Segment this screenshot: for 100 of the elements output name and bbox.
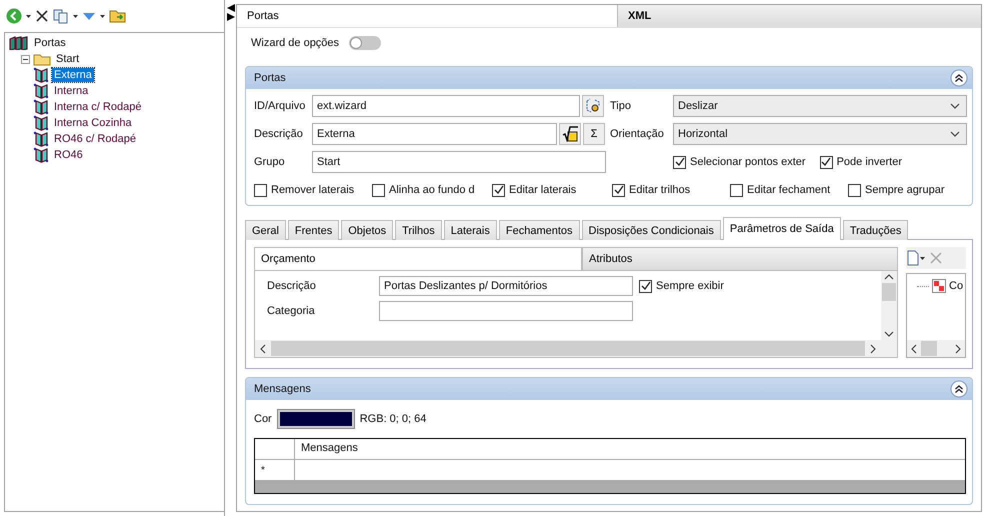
field-label: Cor [254, 413, 272, 425]
tree-item[interactable]: Start [54, 52, 82, 66]
tree-item[interactable]: RO46 c/ Rodapé [52, 132, 138, 146]
field-label: Descrição [254, 128, 304, 140]
field-label: ID/Arquivo [254, 100, 306, 112]
folder-arrow-icon[interactable] [109, 8, 127, 24]
component-icon [932, 279, 946, 293]
group-title: Mensagens [254, 383, 311, 395]
door-icon [33, 131, 49, 147]
doors-icon [9, 36, 29, 50]
copy-icon[interactable] [53, 8, 69, 24]
checkbox-label: Remover laterais [271, 184, 354, 196]
check-icon [640, 281, 650, 291]
check-icon [614, 185, 624, 195]
field-label: Categoria [267, 305, 316, 317]
tab[interactable]: Objetos [341, 220, 394, 240]
vertical-scrollbar[interactable] [881, 271, 897, 340]
checkbox[interactable]: Editar laterais [492, 184, 612, 196]
field-label: Grupo [254, 156, 286, 168]
collapse-icon[interactable] [950, 69, 968, 87]
delete-icon[interactable] [35, 9, 49, 23]
door-icon [33, 99, 49, 115]
input-field[interactable]: ext.wizard [312, 95, 580, 117]
checkbox[interactable]: Selecionar pontos exter [673, 156, 806, 168]
caret-icon[interactable] [26, 14, 31, 18]
dropdown-icon [950, 103, 960, 109]
tab[interactable]: Parâmetros de Saída [722, 217, 841, 240]
scroll-thumb[interactable] [921, 341, 937, 356]
checkbox[interactable]: Remover laterais [254, 184, 372, 196]
checkbox-label: Sempre exibir [656, 280, 724, 292]
tree-item[interactable]: Interna [52, 84, 90, 98]
collapse-left-icon[interactable] [226, 4, 234, 12]
toggle-switch[interactable] [349, 36, 382, 50]
door-icon [33, 67, 49, 83]
door-icon [33, 115, 49, 131]
wizard-label: Wizard de opções [251, 37, 340, 49]
collapse-icon[interactable] [950, 380, 968, 398]
checkbox-label: Editar laterais [509, 184, 576, 196]
tree-item[interactable]: Interna Cozinha [52, 116, 134, 130]
field-label: Tipo [610, 100, 632, 112]
tab[interactable]: Trilhos [395, 220, 442, 240]
input-field[interactable]: Externa [312, 123, 557, 145]
checkbox-label: Selecionar pontos exter [690, 156, 806, 168]
tree-item[interactable]: Interna c/ Rodapé [52, 100, 144, 114]
group-title: Portas [254, 72, 286, 84]
formula-icon [562, 126, 578, 142]
checkbox[interactable]: Pode inverter [820, 156, 902, 168]
tree-item[interactable]: Portas [32, 36, 68, 50]
tab[interactable]: Fechamentos [498, 220, 580, 240]
tab[interactable]: Traduções [842, 220, 908, 240]
tree-item[interactable]: Co [949, 280, 964, 292]
input-field[interactable]: Portas Deslizantes p/ Dormitórios [379, 276, 633, 296]
scroll-thumb[interactable] [882, 283, 896, 301]
file-search-icon [585, 98, 601, 114]
folder-icon [33, 52, 51, 66]
checkbox-label: Sempre agrupar [865, 184, 944, 196]
checkbox-label: Pode inverter [836, 156, 902, 168]
formula-button[interactable] [559, 123, 581, 145]
checkbox[interactable]: Sempre agrupar [848, 184, 966, 196]
horizontal-scrollbar[interactable] [255, 340, 897, 357]
tab[interactable]: XML [617, 5, 981, 27]
checkbox-label: Editar fechament [747, 184, 830, 196]
tab[interactable]: Frentes [288, 220, 340, 240]
check-icon [674, 157, 684, 167]
door-icon [33, 83, 49, 99]
check-icon [821, 157, 832, 167]
browse-button[interactable] [582, 95, 604, 117]
horizontal-scrollbar[interactable] [907, 340, 965, 357]
input-field[interactable] [379, 301, 633, 321]
checkbox[interactable]: Editar fechament [730, 184, 848, 196]
check-icon [494, 185, 504, 195]
tab[interactable]: Geral [245, 220, 286, 240]
tab[interactable]: Orçamento [254, 247, 582, 270]
dropdown[interactable]: Deslizar [673, 95, 967, 117]
dropdown[interactable]: Horizontal [673, 123, 967, 145]
checkbox[interactable]: Editar trilhos [612, 184, 730, 196]
scroll-thumb[interactable] [271, 341, 865, 356]
caret-icon[interactable] [100, 14, 105, 18]
tab[interactable]: Disposições Condicionais [582, 220, 721, 240]
expand-right-icon[interactable] [226, 13, 234, 21]
caret-icon[interactable] [73, 14, 78, 18]
dropdown-icon [950, 131, 960, 137]
color-swatch[interactable] [278, 410, 354, 428]
door-icon [33, 147, 49, 163]
tree-item[interactable]: RO46 [52, 148, 85, 162]
tree-item[interactable]: Externa [52, 68, 94, 82]
field-label: Orientação [610, 128, 665, 140]
new-document-icon[interactable] [906, 250, 926, 266]
new-row-marker: * [261, 464, 265, 476]
input-field[interactable]: Start [312, 151, 606, 173]
tab[interactable]: Atributos [582, 247, 898, 270]
checkbox[interactable]: Alinha ao fundo d [372, 184, 492, 196]
collapse-box-icon[interactable] [21, 54, 30, 64]
rgb-value: RGB: 0; 0; 64 [360, 413, 426, 425]
checkbox[interactable]: Sempre exibir [639, 280, 724, 292]
sum-button[interactable]: Σ [583, 123, 605, 145]
field-label: Descrição [267, 280, 317, 292]
checkbox-label: Alinha ao fundo d [389, 184, 475, 196]
checkbox-label: Editar trilhos [629, 184, 690, 196]
tab[interactable]: Laterais [444, 220, 497, 240]
